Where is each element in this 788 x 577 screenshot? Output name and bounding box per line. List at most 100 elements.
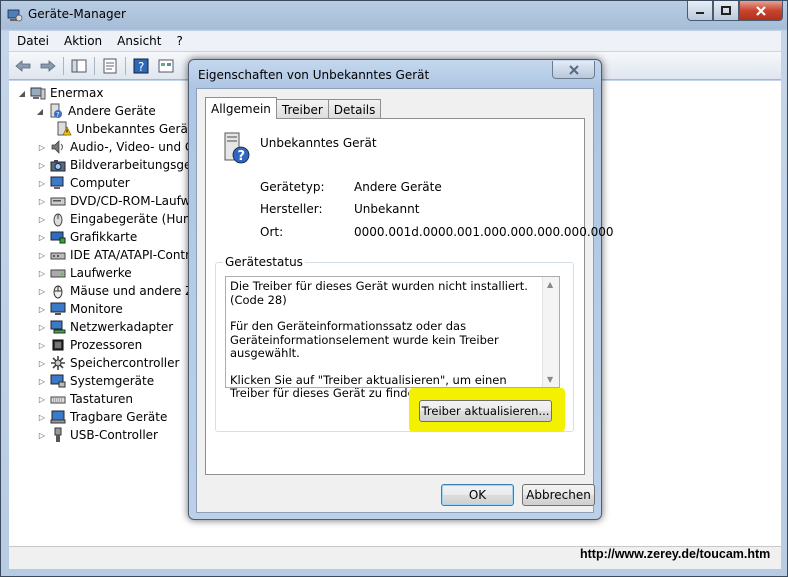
processor-icon	[52, 339, 64, 351]
scroll-down-icon[interactable]: ▼	[547, 375, 553, 384]
tree-item-label: Systemgeräte	[70, 374, 155, 388]
maximize-icon	[721, 5, 731, 15]
device-manager-icon	[7, 9, 23, 22]
properties-icon	[103, 58, 117, 73]
expand-arrow-icon[interactable]: ▷	[37, 376, 47, 386]
tree-item-computer[interactable]: ▷ Computer	[37, 174, 130, 192]
tree-item-unbekanntes-geraet[interactable]: Unbekanntes Gerät	[56, 120, 193, 138]
tree-item-label: USB-Controller	[70, 428, 158, 442]
tree-item-label: Tragbare Geräte	[70, 410, 168, 424]
manufacturer-label: Hersteller:	[260, 202, 323, 216]
expand-arrow-icon[interactable]: ▷	[37, 142, 47, 152]
back-button[interactable]	[13, 57, 33, 75]
menu-ansicht[interactable]: Ansicht	[117, 34, 161, 48]
expand-arrow-icon[interactable]: ▷	[37, 304, 47, 314]
expand-arrow-icon[interactable]: ▷	[37, 196, 47, 206]
cancel-button[interactable]: Abbrechen	[522, 484, 595, 506]
show-hide-console-tree-button[interactable]	[69, 57, 89, 75]
tab-strip: Allgemein Treiber Details	[205, 97, 382, 119]
tree-item-dvd[interactable]: ▷ DVD/CD-ROM-Laufwe	[37, 192, 198, 210]
tree-root[interactable]: ◢ Enermax	[17, 84, 104, 102]
view-button[interactable]	[156, 57, 176, 75]
expand-arrow-icon[interactable]: ▷	[37, 430, 47, 440]
tree-item-netzwerk[interactable]: ▷ Netzwerkadapter	[37, 318, 173, 336]
status-line-2: Für den Geräteinformationssatz oder das …	[230, 319, 499, 360]
expand-arrow-icon[interactable]: ▷	[37, 250, 47, 260]
update-driver-button[interactable]: Treiber aktualisieren...	[419, 400, 552, 422]
location-label: Ort:	[260, 225, 284, 239]
tree-item-label: Andere Geräte	[68, 104, 156, 118]
properties-button[interactable]	[100, 57, 120, 75]
ok-button[interactable]: OK	[441, 484, 514, 506]
tree-item-prozessoren[interactable]: ▷ Prozessoren	[37, 336, 142, 354]
tree-item-monitore[interactable]: ▷ Monitore	[37, 300, 123, 318]
tree-root-label: Enermax	[50, 86, 104, 100]
toolbar-separator	[63, 56, 64, 75]
collapse-arrow-icon[interactable]: ◢	[17, 88, 27, 98]
tree-item-laufwerke[interactable]: ▷ Laufwerke	[37, 264, 132, 282]
expand-arrow-icon[interactable]: ▷	[37, 178, 47, 188]
expand-arrow-icon[interactable]: ▷	[37, 322, 47, 332]
back-arrow-icon	[15, 59, 31, 72]
close-button[interactable]	[739, 1, 783, 21]
expand-arrow-icon[interactable]: ▷	[37, 358, 47, 368]
scroll-up-icon[interactable]: ▲	[547, 280, 553, 289]
expand-arrow-icon[interactable]: ▷	[37, 160, 47, 170]
tree-item-grafikkarte[interactable]: ▷ Grafikkarte	[37, 228, 137, 246]
window-title: Geräte-Manager	[28, 7, 126, 21]
menu-help[interactable]: ?	[176, 34, 182, 48]
title-bar[interactable]: Geräte-Manager	[1, 1, 787, 29]
forward-button[interactable]	[38, 57, 58, 75]
menu-datei[interactable]: Datei	[17, 34, 49, 48]
tree-item-audio[interactable]: ▷ Audio-, Video- und Ga	[37, 138, 202, 156]
expand-arrow-icon[interactable]: ▷	[37, 214, 47, 224]
tree-item-maeuse[interactable]: ▷ Mäuse und andere Zei	[37, 282, 204, 300]
tree-item-tragbare-geraete[interactable]: ▷ Tragbare Geräte	[37, 408, 167, 426]
input-device-icon	[53, 213, 63, 227]
tree-item-label: Grafikkarte	[70, 230, 138, 244]
tab-treiber[interactable]: Treiber	[275, 99, 329, 119]
camera-icon	[50, 160, 66, 172]
tree-item-label: Audio-, Video- und Ga	[70, 140, 202, 154]
menu-aktion[interactable]: Aktion	[64, 34, 102, 48]
device-name: Unbekanntes Gerät	[260, 136, 377, 150]
tree-item-andere-geraete[interactable]: ◢ ? Andere Geräte	[35, 102, 156, 120]
dialog-close-button[interactable]	[552, 61, 595, 79]
monitor-icon	[50, 302, 66, 315]
tree-item-ide[interactable]: ▷ IDE ATA/ATAPI-Contro	[37, 246, 197, 264]
expand-arrow-icon[interactable]: ▷	[37, 268, 47, 278]
expand-arrow-icon[interactable]: ▷	[37, 340, 47, 350]
unknown-device-icon: ?	[50, 103, 62, 119]
expand-arrow-icon[interactable]: ▷	[37, 286, 47, 296]
location-value: 0000.001d.0000.001.000.000.000.000.000	[354, 225, 614, 239]
tree-item-tastaturen[interactable]: ▷ Tastaturen	[37, 390, 133, 408]
help-button[interactable]: ?	[131, 57, 151, 75]
device-status-legend: Gerätestatus	[223, 255, 305, 269]
tree-item-usb[interactable]: ▷ USB-Controller	[37, 426, 158, 444]
tab-allgemein[interactable]: Allgemein	[205, 97, 277, 119]
device-status-textbox[interactable]: Die Treiber für dieses Gerät wurden nich…	[225, 276, 560, 400]
speaker-icon	[51, 140, 63, 154]
maximize-button[interactable]	[713, 1, 739, 21]
properties-dialog: Eigenschaften von Unbekanntes Gerät Allg…	[188, 59, 614, 520]
tree-item-bildverarbeitung[interactable]: ▷ Bildverarbeitungsgerät	[37, 156, 208, 174]
tree-item-eingabegeraete[interactable]: ▷ Eingabegeräte (Human	[37, 210, 210, 228]
expand-arrow-icon[interactable]: ▷	[37, 232, 47, 242]
menu-bar: Datei Aktion Ansicht ?	[9, 31, 781, 51]
tab-details[interactable]: Details	[327, 99, 382, 119]
expand-arrow-icon[interactable]: ▷	[37, 394, 47, 404]
minimize-button[interactable]	[687, 1, 713, 21]
dialog-body: Allgemein Treiber Details ? Unbekanntes …	[196, 88, 614, 513]
tree-item-label: DVD/CD-ROM-Laufwe	[70, 194, 198, 208]
toolbar-separator	[125, 56, 126, 75]
usb-icon	[54, 427, 62, 442]
expand-arrow-icon[interactable]: ▷	[37, 412, 47, 422]
general-tab-panel: ? Unbekanntes Gerät Gerätetyp: Andere Ge…	[205, 118, 614, 475]
tree-item-systemgeraete[interactable]: ▷ Systemgeräte	[37, 372, 154, 390]
keyboard-icon	[50, 396, 66, 404]
close-icon	[756, 5, 766, 16]
display-adapter-icon	[50, 231, 66, 244]
tree-item-speichercontroller[interactable]: ▷ Speichercontroller	[37, 354, 179, 372]
collapse-arrow-icon[interactable]: ◢	[35, 106, 45, 116]
status-scrollbar[interactable]: ▲ ▼	[542, 277, 559, 387]
